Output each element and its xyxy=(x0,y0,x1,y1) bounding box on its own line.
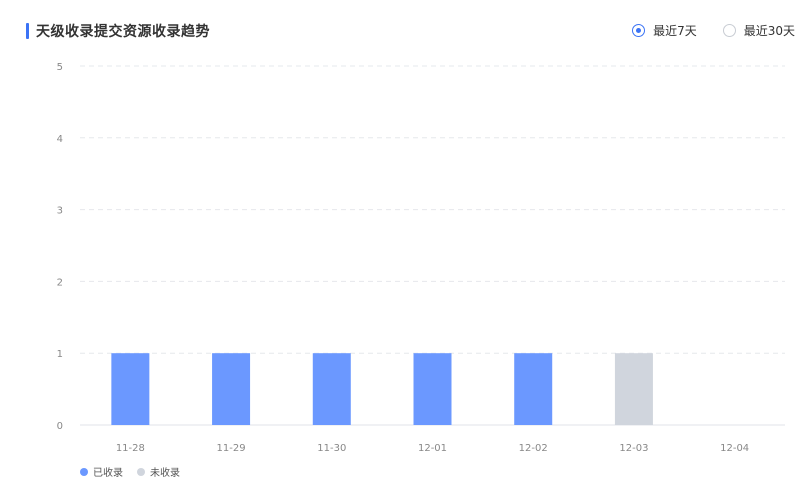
x-tick-label: 12-01 xyxy=(418,443,447,454)
bar-chart: 0 1 2 3 4 5 11-28 11-29 11-30 12-01 12-02 12-03 12-0… xyxy=(57,62,785,454)
bar xyxy=(413,353,452,425)
legend-item-not-indexed[interactable]: 未收录 xyxy=(137,464,180,479)
x-tick-label: 11-30 xyxy=(317,443,346,454)
legend-item-indexed[interactable]: 已收录 xyxy=(80,464,123,479)
y-tick-label: 4 xyxy=(57,134,63,145)
x-tick-label: 12-02 xyxy=(519,443,548,454)
x-tick-label: 11-28 xyxy=(116,443,145,454)
legend-label: 未收录 xyxy=(150,468,180,479)
legend-dot-icon xyxy=(137,467,145,476)
x-tick-label: 12-04 xyxy=(720,443,749,454)
x-tick-label: 12-03 xyxy=(619,443,648,454)
bar xyxy=(212,353,251,425)
y-tick-label: 5 xyxy=(57,62,63,73)
y-tick-label: 2 xyxy=(57,277,63,288)
bar xyxy=(312,353,351,425)
bar xyxy=(514,353,553,425)
x-tick-label: 11-29 xyxy=(217,443,246,454)
legend-dot-icon xyxy=(80,467,88,476)
y-tick-label: 3 xyxy=(57,206,63,217)
y-tick-label: 1 xyxy=(57,349,63,360)
bar xyxy=(614,353,653,425)
y-tick-label: 0 xyxy=(57,421,63,432)
bar xyxy=(111,353,150,425)
chart-legend: 已收录 未收录 xyxy=(80,464,194,479)
legend-label: 已收录 xyxy=(93,468,123,479)
